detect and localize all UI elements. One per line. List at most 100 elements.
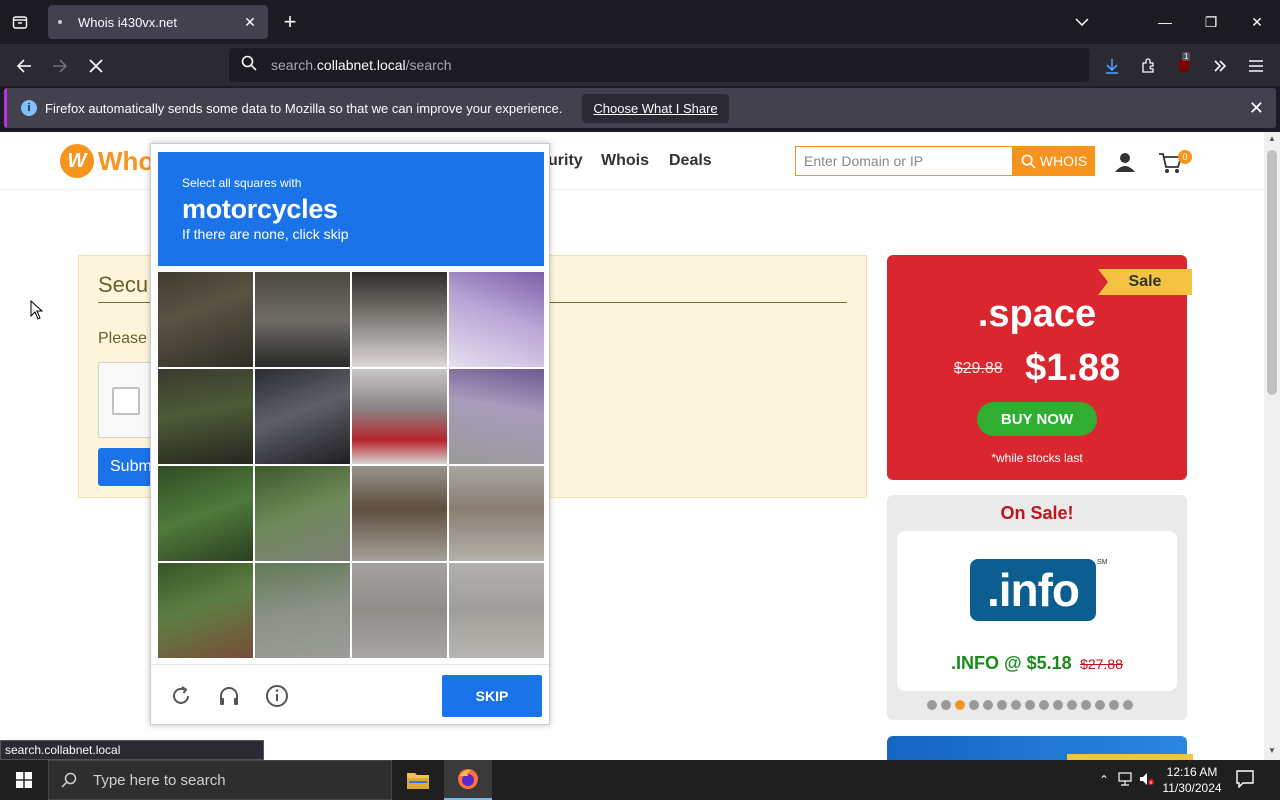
buy-now-button[interactable]: BUY NOW [977,402,1097,436]
address-bar[interactable]: search.collabnet.local/search [229,48,1089,82]
captcha-tile[interactable] [352,563,447,658]
instruction-hint: If there are none, click skip [182,226,349,242]
carousel-dot[interactable] [1053,700,1063,710]
notification-text: Firefox automatically sends some data to… [45,100,563,116]
windows-start-icon[interactable] [0,760,48,800]
tray-overflow-icon[interactable]: ⌃ [1094,773,1114,787]
system-clock[interactable]: 12:16 AM 11/30/2024 [1160,764,1224,796]
carousel-dot[interactable] [1095,700,1105,710]
carousel-dots [927,700,1133,710]
taskbar-search-input[interactable]: Type here to search [48,760,392,800]
captcha-instructions: Select all squares with motorcycles If t… [158,152,544,266]
captcha-tile[interactable] [352,272,447,367]
captcha-tile[interactable] [449,466,544,561]
info-promo-card[interactable]: .info SM .INFO @ $5.18 $27.88 [897,531,1177,691]
tab-title: Whois i430vx.net [78,14,177,30]
carousel-dot[interactable] [1109,700,1119,710]
logo-mark-icon: W [60,144,94,178]
new-tab-icon[interactable]: + [278,9,302,34]
carousel-dot[interactable] [1011,700,1021,710]
info-price: .INFO @ $5.18 [951,653,1072,673]
search-icon [61,772,77,788]
skip-button[interactable]: SKIP [442,675,542,717]
carousel-dot[interactable] [1025,700,1035,710]
tab-close-icon[interactable]: ✕ [238,10,262,34]
sale-ribbon: Sale [1098,269,1192,295]
search-icon [241,55,257,76]
captcha-tile[interactable] [255,466,350,561]
captcha-tile[interactable] [255,563,350,658]
volume-muted-icon[interactable]: x [1136,772,1158,789]
carousel-dot[interactable] [1067,700,1077,710]
carousel-dot[interactable] [1123,700,1133,710]
more-tools-icon[interactable] [1206,52,1234,80]
info-icon[interactable] [264,683,290,709]
window-close-icon[interactable]: ✕ [1234,0,1280,44]
whois-button-label: WHOIS [1039,153,1088,169]
nav-security[interactable]: urity [548,152,583,170]
captcha-tile[interactable] [158,272,253,367]
captcha-tile[interactable] [352,369,447,464]
recaptcha-checkbox[interactable] [112,387,140,415]
page-scrollbar[interactable]: ▲ ▼ [1264,132,1280,760]
tab-loading-icon [58,20,62,24]
carousel-dot[interactable] [983,700,993,710]
carousel-dot[interactable] [941,700,951,710]
captcha-tile[interactable] [352,466,447,561]
whois-search-button[interactable]: WHOIS [1013,146,1095,176]
scroll-up-icon[interactable]: ▲ [1268,134,1276,143]
new-price: $1.88 [1025,347,1121,389]
next-promo-banner [887,736,1193,760]
clock-time: 12:16 AM [1166,765,1218,779]
tab-list-icon[interactable] [8,10,32,34]
extensions-icon[interactable] [1134,52,1162,80]
tab-bar: Whois i430vx.net ✕ + — ❐ ✕ [0,0,1280,44]
carousel-dot[interactable] [1081,700,1091,710]
captcha-tile[interactable] [449,563,544,658]
carousel-dot[interactable] [955,700,965,710]
minimize-icon[interactable]: — [1142,0,1188,44]
captcha-tile[interactable] [449,272,544,367]
nav-whois[interactable]: Whois [601,152,649,170]
menu-icon[interactable] [1242,52,1270,80]
carousel-dot[interactable] [1039,700,1049,710]
reload-icon[interactable] [168,683,194,709]
promo-note: *while stocks last [991,451,1083,465]
captcha-tile[interactable] [255,272,350,367]
captcha-tile[interactable] [158,466,253,561]
scrollbar-thumb[interactable] [1267,150,1277,395]
forward-icon[interactable] [46,52,74,80]
target-object: motorcycles [182,194,338,224]
downloads-icon[interactable] [1098,52,1126,80]
captcha-footer: SKIP [151,664,549,724]
carousel-dot[interactable] [997,700,1007,710]
scroll-down-icon[interactable]: ▼ [1268,746,1276,755]
action-center-icon[interactable] [1236,770,1254,793]
carousel-dot[interactable] [969,700,979,710]
captcha-tile[interactable] [158,563,253,658]
file-explorer-icon[interactable] [394,760,442,800]
domain-search-input[interactable]: Enter Domain or IP [795,146,1013,176]
account-icon[interactable] [1114,152,1136,177]
captcha-tile[interactable] [449,369,544,464]
list-all-tabs-icon[interactable] [1070,10,1094,34]
choose-what-i-share-button[interactable]: Choose What I Share [582,93,729,123]
audio-challenge-icon[interactable] [216,683,242,709]
stop-loading-icon[interactable] [82,52,110,80]
captcha-tile[interactable] [158,369,253,464]
notification-close-icon[interactable]: ✕ [1249,98,1264,119]
ublock-extension-icon[interactable]: 1 [1170,52,1198,80]
taskbar-search-placeholder: Type here to search [93,771,226,789]
info-deal: .INFO @ $5.18 $27.88 [897,653,1177,674]
old-price: $29.88 [953,359,1003,377]
firefox-taskbar-icon[interactable] [444,760,492,800]
carousel-dot[interactable] [927,700,937,710]
back-icon[interactable] [10,52,38,80]
windows-taskbar: Type here to search ⌃ x 12:16 AM 11/30/2… [0,760,1280,800]
captcha-tile[interactable] [255,369,350,464]
restore-icon[interactable]: ❐ [1188,0,1234,44]
browser-tab-active[interactable]: Whois i430vx.net ✕ [48,5,268,39]
network-icon[interactable] [1114,771,1136,789]
nav-deals[interactable]: Deals [669,152,712,170]
site-logo[interactable]: W Who [60,144,154,178]
